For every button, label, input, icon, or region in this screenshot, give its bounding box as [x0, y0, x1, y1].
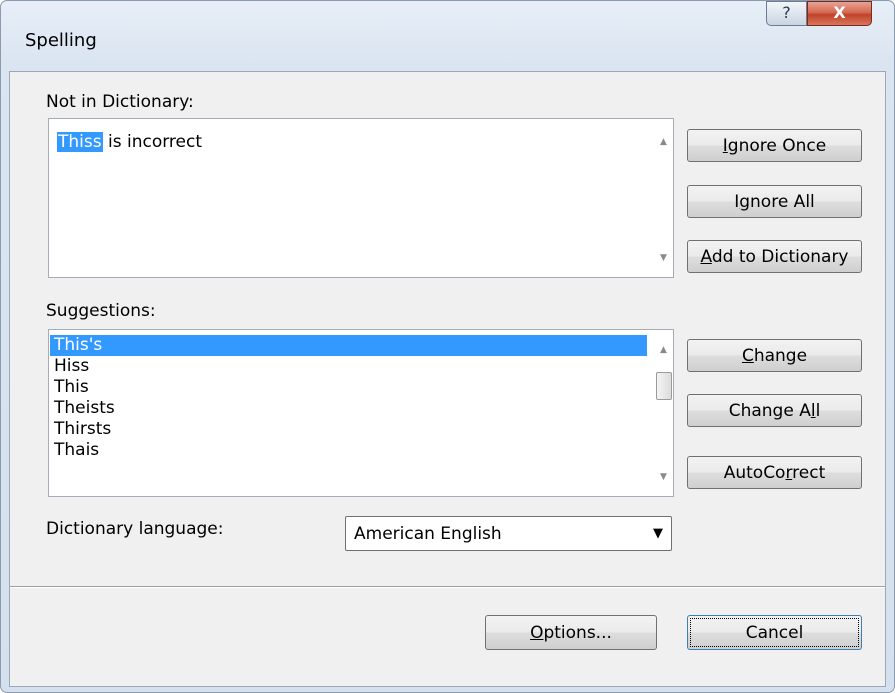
scroll-up-icon[interactable]: ▲ — [654, 345, 673, 355]
ignore-all-button[interactable]: Ignore All — [687, 185, 862, 218]
suggestions-scrollbar[interactable]: ▲ ▼ — [654, 330, 673, 496]
dictionary-language-value: American English — [354, 524, 502, 544]
not-in-dictionary-text: Thiss is incorrect — [57, 132, 202, 152]
list-item[interactable]: Hiss — [50, 356, 647, 377]
list-item[interactable]: Theists — [50, 398, 647, 419]
change-all-button[interactable]: Change All — [687, 394, 862, 427]
list-item[interactable]: This's — [50, 335, 647, 356]
close-icon: X — [833, 3, 846, 22]
suggestions-listbox[interactable]: This's Hiss This Theists Thirsts Thais ▲ ▼ — [48, 329, 674, 497]
list-item[interactable]: Thirsts — [50, 419, 647, 440]
not-in-dictionary-scrollbar[interactable]: ▲ ▼ — [654, 119, 673, 277]
chevron-down-icon[interactable]: ▼ — [653, 526, 663, 541]
dialog-title: Spelling — [25, 30, 97, 51]
dialog-body: Not in Dictionary: Thiss is incorrect ▲ … — [9, 71, 886, 687]
cancel-button[interactable]: Cancel — [687, 615, 862, 650]
help-icon: ? — [782, 3, 791, 22]
dictionary-language-label: Dictionary language: — [46, 519, 224, 539]
divider — [10, 586, 885, 588]
suggestions-label: Suggestions: — [46, 301, 156, 321]
sentence-context: is incorrect — [102, 132, 203, 152]
autocorrect-button[interactable]: AutoCorrect — [687, 456, 862, 489]
list-item[interactable]: Thais — [50, 440, 647, 461]
list-item[interactable]: This — [50, 377, 647, 398]
add-to-dictionary-button[interactable]: Add to Dictionary — [687, 240, 862, 273]
scroll-down-icon[interactable]: ▼ — [654, 253, 673, 263]
scroll-down-icon[interactable]: ▼ — [654, 472, 673, 482]
ignore-once-button[interactable]: Ignore Once — [687, 129, 862, 162]
dictionary-language-select[interactable]: American English ▼ — [345, 516, 672, 551]
scroll-up-icon[interactable]: ▲ — [654, 137, 673, 147]
help-button[interactable]: ? — [766, 1, 807, 26]
scrollbar-thumb[interactable] — [656, 372, 672, 400]
suggestions-list: This's Hiss This Theists Thirsts Thais — [50, 335, 647, 461]
misspelled-word: Thiss — [57, 132, 103, 152]
change-button[interactable]: Change — [687, 339, 862, 372]
close-button[interactable]: X — [807, 1, 872, 26]
options-button[interactable]: Options... — [485, 615, 657, 650]
not-in-dictionary-textbox[interactable]: Thiss is incorrect ▲ ▼ — [48, 118, 674, 278]
spelling-dialog: Spelling ? X Not in Dictionary: Thiss is… — [0, 0, 895, 693]
not-in-dictionary-label: Not in Dictionary: — [46, 92, 194, 112]
